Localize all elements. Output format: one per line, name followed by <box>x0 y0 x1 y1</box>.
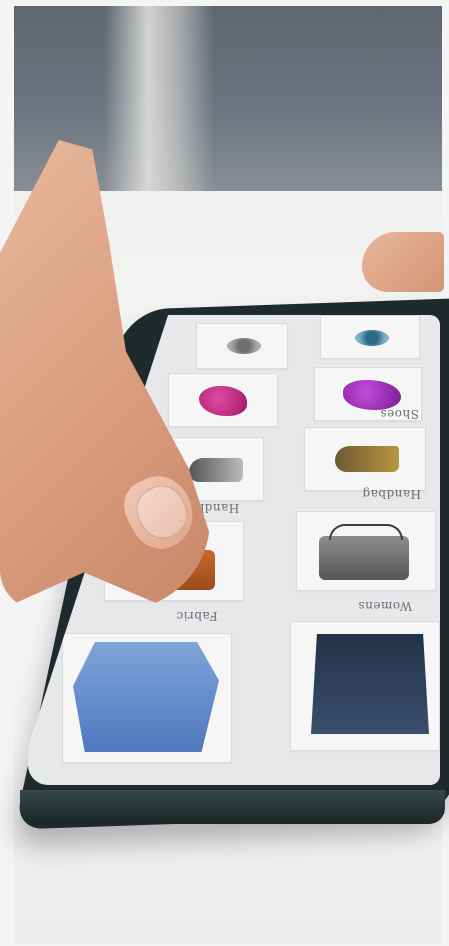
product-tile-ring-grey[interactable] <box>196 323 288 369</box>
product-tile-blue-top[interactable] <box>62 633 232 763</box>
product-label-shoes: Shoes <box>380 407 419 421</box>
smartphone-edge <box>20 790 445 824</box>
product-label-handbag: Handbag <box>362 487 422 501</box>
product-label-fabric: Fabric <box>176 609 218 623</box>
ring-product-image <box>227 338 261 354</box>
handbag-product-image <box>319 524 409 580</box>
shoe-product-image <box>199 386 247 416</box>
ring-product-image <box>355 330 389 346</box>
product-tile-pink-shoe[interactable] <box>168 373 278 427</box>
product-tile-ring-blue[interactable] <box>320 315 420 359</box>
product-tile-navy-top[interactable] <box>290 621 440 751</box>
product-label-womens: Womens <box>358 599 413 613</box>
product-tile-gold-shoe[interactable] <box>304 427 426 491</box>
clothing-product-image <box>73 642 219 752</box>
shoe-product-image <box>335 446 399 472</box>
shoe-product-image <box>343 380 401 410</box>
other-hand-finger <box>362 232 444 292</box>
product-tile-grey-handbag[interactable] <box>296 511 436 591</box>
clothing-product-image <box>311 634 429 734</box>
shoe-product-image <box>189 458 243 482</box>
